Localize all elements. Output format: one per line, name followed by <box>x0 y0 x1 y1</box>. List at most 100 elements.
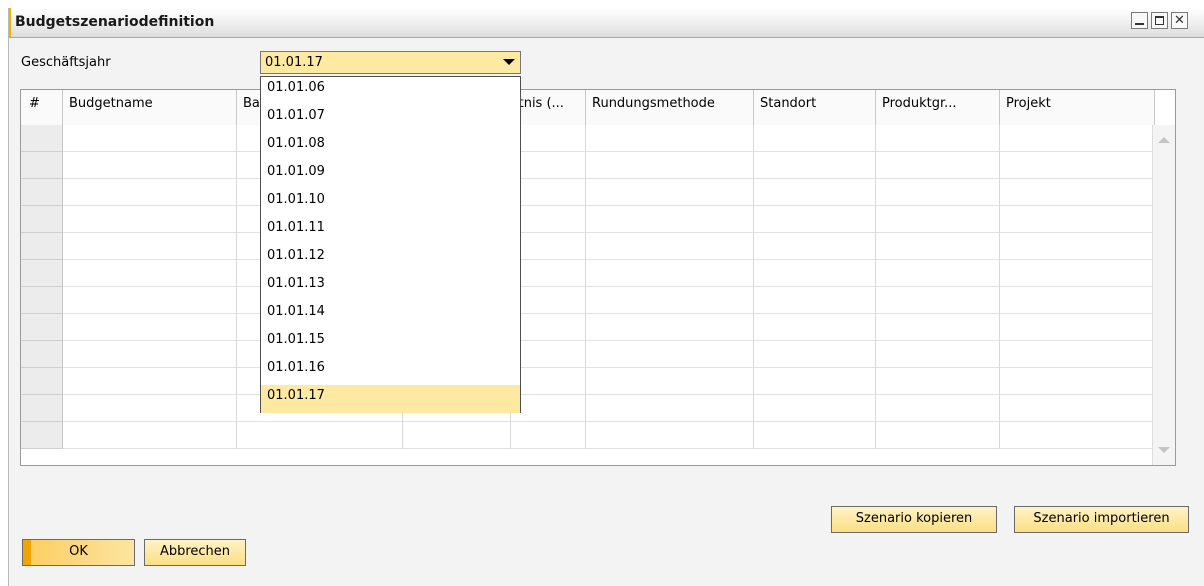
column-header-number[interactable]: # <box>21 90 63 125</box>
table-cell[interactable] <box>586 260 754 287</box>
table-cell[interactable] <box>1000 233 1155 260</box>
column-header-project[interactable]: Projekt <box>1000 90 1155 125</box>
column-header-budgetname[interactable]: Budgetname <box>63 90 237 125</box>
table-cell[interactable] <box>63 179 237 206</box>
table-cell[interactable] <box>586 233 754 260</box>
table-cell[interactable] <box>876 179 1000 206</box>
row-number-cell[interactable] <box>21 260 63 287</box>
cancel-button[interactable]: Abbrechen <box>144 539 246 566</box>
column-header-ratio[interactable]: ltnis (... <box>511 90 586 125</box>
dropdown-option[interactable]: 01.01.07 <box>261 105 520 133</box>
column-header-location[interactable]: Standort <box>754 90 876 125</box>
table-cell[interactable] <box>511 260 586 287</box>
scroll-up-icon[interactable] <box>1158 137 1170 143</box>
table-cell[interactable] <box>754 395 876 422</box>
table-cell[interactable] <box>1000 314 1155 341</box>
table-cell[interactable] <box>876 260 1000 287</box>
row-number-cell[interactable] <box>21 233 63 260</box>
row-number-cell[interactable] <box>21 341 63 368</box>
row-number-cell[interactable] <box>21 179 63 206</box>
table-cell[interactable] <box>63 152 237 179</box>
row-number-cell[interactable] <box>21 368 63 395</box>
table-cell[interactable] <box>63 341 237 368</box>
table-cell[interactable] <box>876 341 1000 368</box>
dropdown-option[interactable]: 01.01.17 <box>261 385 520 413</box>
row-number-cell[interactable] <box>21 422 63 449</box>
table-cell[interactable] <box>511 206 586 233</box>
table-cell[interactable] <box>754 368 876 395</box>
row-number-cell[interactable] <box>21 287 63 314</box>
table-cell[interactable] <box>754 179 876 206</box>
table-cell[interactable] <box>511 233 586 260</box>
chevron-down-icon[interactable] <box>503 59 515 65</box>
table-cell[interactable] <box>1000 152 1155 179</box>
dropdown-option[interactable]: 01.01.15 <box>261 329 520 357</box>
table-cell[interactable] <box>1000 341 1155 368</box>
table-cell[interactable] <box>876 152 1000 179</box>
table-cell[interactable] <box>63 233 237 260</box>
title-bar[interactable]: Budgetszenariodefinition ✕ <box>9 8 1204 38</box>
dropdown-option[interactable]: 01.01.08 <box>261 133 520 161</box>
table-cell[interactable] <box>1000 422 1155 449</box>
table-cell[interactable] <box>1000 395 1155 422</box>
column-header-rounding[interactable]: Rundungsmethode <box>586 90 754 125</box>
dropdown-option[interactable]: 01.01.12 <box>261 245 520 273</box>
table-cell[interactable] <box>586 395 754 422</box>
table-cell[interactable] <box>586 368 754 395</box>
dropdown-option[interactable]: 01.01.10 <box>261 189 520 217</box>
table-cell[interactable] <box>876 233 1000 260</box>
table-cell[interactable] <box>511 368 586 395</box>
dropdown-option[interactable]: 01.01.14 <box>261 301 520 329</box>
table-cell[interactable] <box>876 395 1000 422</box>
table-cell[interactable] <box>511 179 586 206</box>
fiscal-year-select[interactable]: 01.01.17 <box>260 51 521 74</box>
table-cell[interactable] <box>754 206 876 233</box>
table-cell[interactable] <box>586 179 754 206</box>
copy-scenario-button[interactable]: Szenario kopieren <box>831 506 997 533</box>
table-cell[interactable] <box>586 341 754 368</box>
table-cell[interactable] <box>1000 260 1155 287</box>
table-cell[interactable] <box>754 125 876 152</box>
table-cell[interactable] <box>586 152 754 179</box>
table-cell[interactable] <box>511 152 586 179</box>
table-cell[interactable] <box>511 125 586 152</box>
close-button[interactable]: ✕ <box>1171 12 1188 29</box>
table-cell[interactable] <box>511 287 586 314</box>
table-cell[interactable] <box>511 422 586 449</box>
table-cell[interactable] <box>586 206 754 233</box>
table-cell[interactable] <box>876 368 1000 395</box>
table-cell[interactable] <box>754 260 876 287</box>
table-cell[interactable] <box>1000 125 1155 152</box>
table-cell[interactable] <box>1000 179 1155 206</box>
table-cell[interactable] <box>754 152 876 179</box>
row-number-cell[interactable] <box>21 152 63 179</box>
table-cell[interactable] <box>63 314 237 341</box>
dropdown-option[interactable]: 01.01.09 <box>261 161 520 189</box>
table-cell[interactable] <box>63 260 237 287</box>
table-cell[interactable] <box>586 422 754 449</box>
table-cell[interactable] <box>876 314 1000 341</box>
table-cell[interactable] <box>1000 287 1155 314</box>
table-cell[interactable] <box>754 233 876 260</box>
table-cell[interactable] <box>754 314 876 341</box>
table-cell[interactable] <box>586 287 754 314</box>
table-cell[interactable] <box>876 422 1000 449</box>
row-number-cell[interactable] <box>21 125 63 152</box>
table-cell[interactable] <box>586 125 754 152</box>
row-number-cell[interactable] <box>21 395 63 422</box>
table-cell[interactable] <box>63 287 237 314</box>
table-cell[interactable] <box>754 422 876 449</box>
table-cell[interactable] <box>511 314 586 341</box>
minimize-button[interactable] <box>1131 12 1148 29</box>
table-cell[interactable] <box>754 287 876 314</box>
table-cell[interactable] <box>754 341 876 368</box>
grid-scrollbar[interactable] <box>1152 125 1175 465</box>
table-cell[interactable] <box>63 125 237 152</box>
table-cell[interactable] <box>876 206 1000 233</box>
table-cell[interactable] <box>63 368 237 395</box>
table-cell[interactable] <box>63 206 237 233</box>
table-cell[interactable] <box>586 314 754 341</box>
import-scenario-button[interactable]: Szenario importieren <box>1014 506 1189 533</box>
table-cell[interactable] <box>511 395 586 422</box>
table-cell[interactable] <box>1000 368 1155 395</box>
